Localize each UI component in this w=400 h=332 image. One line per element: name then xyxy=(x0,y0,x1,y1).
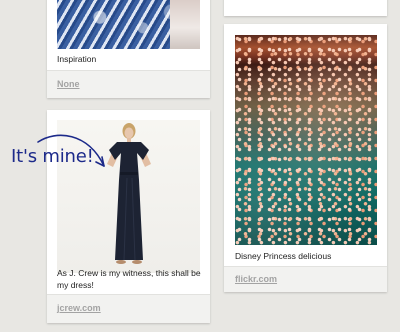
pin-footer: jcrew.com xyxy=(47,294,210,323)
pin-source-link[interactable]: flickr.com xyxy=(235,274,277,284)
pin-source-link[interactable]: jcrew.com xyxy=(57,303,101,313)
pin-footer: None xyxy=(47,70,210,98)
pin-image-sequin-skirt[interactable] xyxy=(235,35,377,245)
pin-image-strip xyxy=(170,0,200,49)
pin-caption: Disney Princess delicious xyxy=(235,251,332,261)
pin-caption: As J. Crew is my witness, this shall be … xyxy=(57,268,201,290)
pin-card-inspiration[interactable]: Inspiration None xyxy=(47,0,210,98)
pin-caption: Inspiration xyxy=(57,54,97,64)
pin-card-partial[interactable] xyxy=(224,0,387,16)
pin-card-disney-princess[interactable]: Disney Princess delicious flickr.com xyxy=(224,24,387,292)
pin-footer: flickr.com xyxy=(224,266,387,292)
pin-source-link[interactable]: None xyxy=(57,79,80,89)
hand-drawn-arrow-icon xyxy=(37,134,105,167)
